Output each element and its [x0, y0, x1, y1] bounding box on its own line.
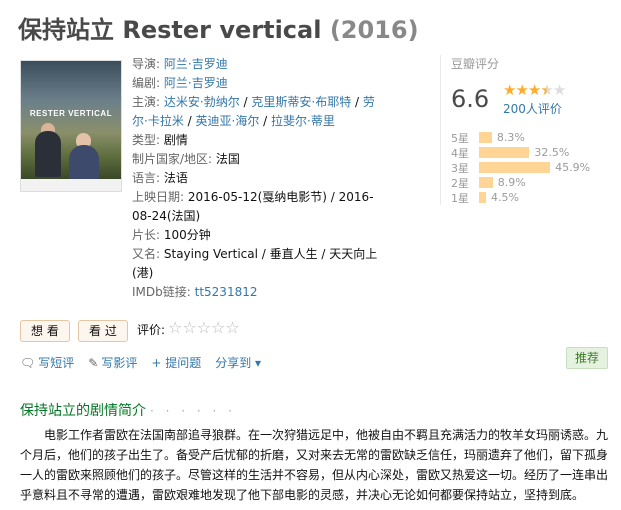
want-to-watch-button[interactable]: 想 看 [20, 320, 70, 342]
share-dropdown[interactable]: 分享到 ▾ [215, 354, 261, 371]
rating-bar-row: 3星 45.9% [451, 160, 590, 175]
rating-stars: ★★★★★ [503, 81, 566, 99]
imdb-label: IMDb链接: [132, 285, 191, 299]
writer-label: 编剧: [132, 76, 161, 90]
runtime-row: 片长: 100分钟 [132, 226, 382, 245]
director-link[interactable]: 阿兰·吉罗迪 [164, 57, 228, 71]
rating-bar-fill [479, 147, 530, 158]
cast-link[interactable]: 达米安·勃纳尔 [164, 95, 240, 109]
language-label: 语言: [132, 171, 161, 185]
genre-row: 类型: 剧情 [132, 131, 382, 150]
rating-bar-percent: 4.5% [490, 191, 519, 204]
poster-title: RESTER VERTICAL [29, 109, 113, 118]
language-row: 语言: 法语 [132, 169, 382, 188]
pencil-icon: ✎ [88, 356, 99, 370]
rating-bar-percent: 32.5% [534, 146, 570, 159]
star-icon: ★ [515, 81, 528, 99]
runtime-value: 100分钟 [163, 228, 211, 242]
cast-link[interactable]: 克里斯蒂安·布耶特 [251, 95, 351, 109]
rating-bar-fill [479, 132, 492, 143]
rating-bar-percent: 45.9% [555, 161, 591, 174]
rate-stars-input[interactable]: ☆☆☆☆☆ [168, 318, 240, 337]
rating-bar-percent: 8.3% [496, 131, 525, 144]
imdb-row: IMDb链接: tt5231812 [132, 283, 382, 302]
director-label: 导演: [132, 57, 161, 71]
star-icon: ★ [503, 81, 516, 99]
half-star-icon: ★ [540, 81, 553, 99]
rating-label: 豆瓣评分 [451, 57, 500, 71]
rating-score: 6.6 [451, 85, 490, 113]
country-row: 制片国家/地区: 法国 [132, 150, 382, 169]
rating-votes-link[interactable]: 200人评价 [503, 100, 562, 117]
movie-title: 保持站立 Rester vertical [18, 16, 322, 44]
rating-bar-percent: 8.9% [497, 176, 526, 189]
release-row: 上映日期: 2016-05-12(戛纳电影节) / 2016-08-24(法国) [132, 188, 382, 226]
watched-button[interactable]: 看 过 [78, 320, 128, 342]
release-label: 上映日期: [132, 190, 185, 204]
rating-bar-label: 1星 [451, 191, 469, 205]
cast-row: 主演: 达米安·勃纳尔 / 克里斯蒂安·布耶特 / 劳尔·卡拉米 / 英迪亚·海… [132, 95, 375, 128]
cast-link[interactable]: 拉斐尔·蒂里 [271, 114, 335, 128]
movie-year: (2016) [329, 16, 419, 44]
aka-row: 又名: Staying Vertical / 垂直人生 / 天天向上(港) [132, 245, 382, 283]
genre-label: 类型: [132, 133, 161, 147]
aka-label: 又名: [132, 247, 161, 261]
rating-bar-label: 4星 [451, 146, 469, 160]
cast-link[interactable]: 英迪亚·海尔 [196, 114, 260, 128]
rating-panel: 豆瓣评分 6.6 ★★★★★ 200人评价 5星 8.3% 4星 32.5% 3星 45.… [440, 55, 621, 205]
summary-heading: 保持站立的剧情简介 · · · · · · [20, 403, 236, 419]
writer-row: 编剧: 阿兰·吉罗迪 [132, 74, 382, 93]
movie-poster[interactable]: RESTER VERTICAL [20, 60, 122, 192]
writer-link[interactable]: 阿兰·吉罗迪 [164, 76, 228, 90]
country-label: 制片国家/地区: [132, 152, 213, 166]
country-value: 法国 [215, 152, 240, 166]
rating-bar-label: 2星 [451, 176, 469, 190]
director-row: 导演: 阿兰·吉罗迪 [132, 55, 382, 74]
language-value: 法语 [163, 171, 188, 185]
rating-bar-label: 3星 [451, 161, 469, 175]
star-icon: ★ [527, 81, 541, 99]
cast-label: 主演: [132, 95, 161, 109]
summary-text: 电影工作者雷欧在法国南部追寻狼群。在一次狩猎远足中，他被自由不羁且充满活力的牧羊… [20, 428, 609, 502]
rating-bar-fill [479, 177, 493, 188]
aka-value: Staying Vertical / 垂直人生 / 天天向上(港) [132, 247, 378, 280]
rating-distribution: 5星 8.3% 4星 32.5% 3星 45.9% 2星 8.9% 1星 4.5% [451, 130, 590, 205]
write-comment-link[interactable]: 🗨 写短评 [20, 354, 74, 371]
write-review-link[interactable]: ✎ 写影评 [88, 354, 137, 371]
rating-bar-fill [479, 192, 486, 203]
rating-bar-row: 5星 8.3% [451, 130, 590, 145]
imdb-link[interactable]: tt5231812 [195, 285, 258, 299]
runtime-label: 片长: [132, 228, 161, 242]
rating-bar-row: 1星 4.5% [451, 190, 590, 205]
recommend-button[interactable]: 推荐 [566, 347, 608, 369]
ask-question-link[interactable]: + 提问题 [151, 354, 201, 371]
rating-bar-fill [479, 162, 551, 173]
genre-value: 剧情 [163, 133, 188, 147]
page-title: 保持站立 Rester vertical (2016) [18, 10, 419, 45]
rating-bar-row: 2星 8.9% [451, 175, 590, 190]
comment-icon: 🗨 [20, 356, 36, 370]
rate-label: 评价: [137, 323, 166, 337]
action-links: 🗨 写短评 ✎ 写影评 + 提问题 分享到 ▾ [20, 354, 261, 371]
rating-bar-label: 5星 [451, 131, 469, 145]
empty-star-icon: ★ [552, 81, 566, 99]
movie-info: 导演: 阿兰·吉罗迪 编剧: 阿兰·吉罗迪 主演: 达米安·勃纳尔 / 克里斯蒂… [132, 55, 382, 302]
rating-bar-row: 4星 32.5% [451, 145, 590, 160]
